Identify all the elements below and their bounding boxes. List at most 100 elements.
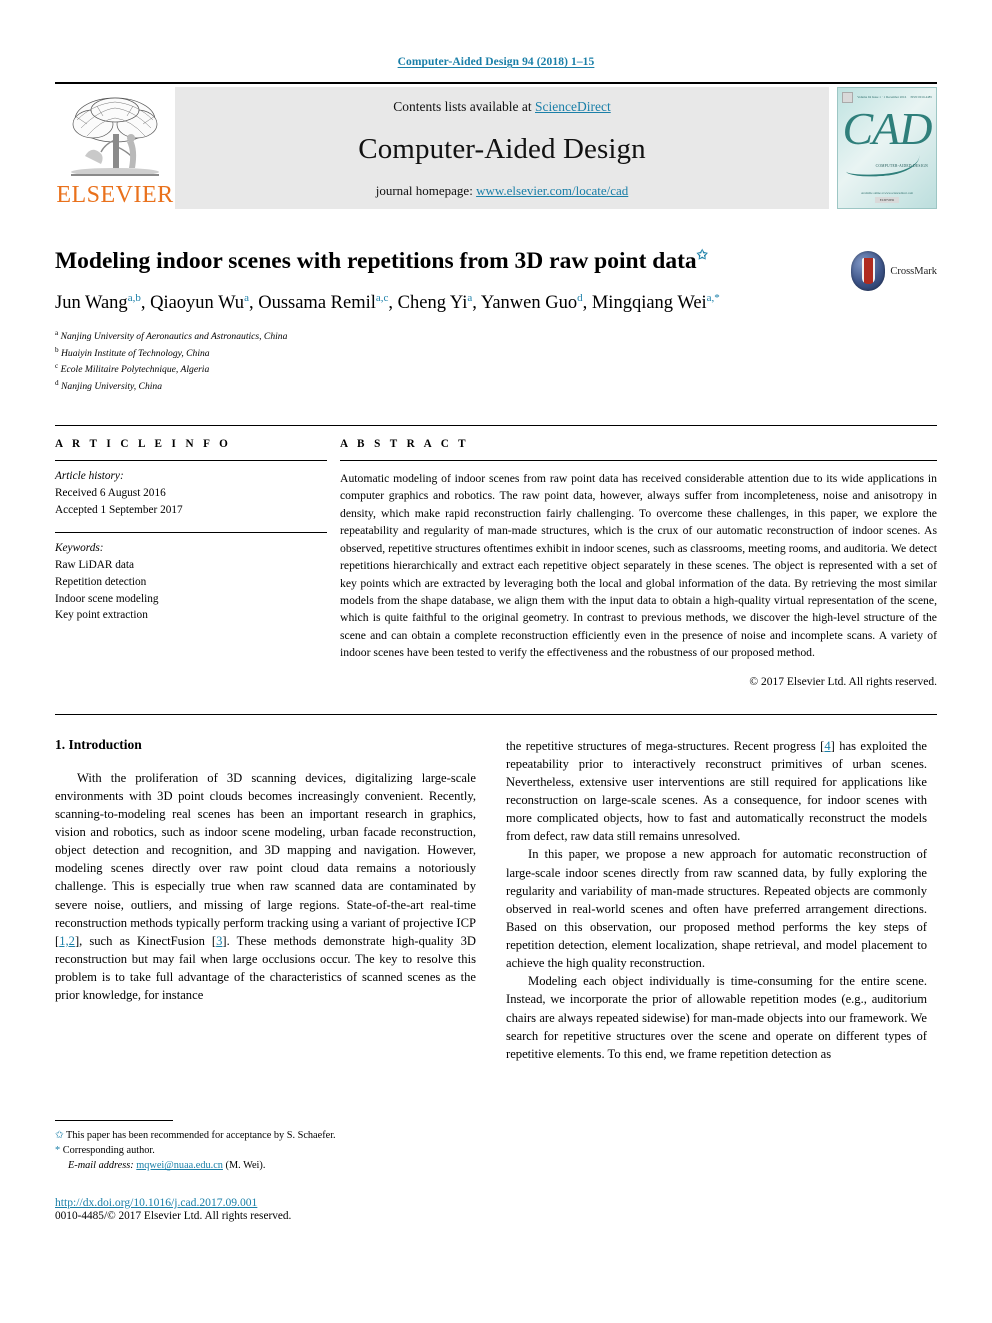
- info-abstract-section: A R T I C L E I N F O Article history: R…: [55, 424, 937, 688]
- crossmark-icon: [851, 251, 886, 291]
- footnote-text: Corresponding author.: [62, 1145, 155, 1157]
- contents-prefix: Contents lists available at: [393, 99, 535, 114]
- author-list: Jun Wanga,b, Qiaoyun Wua, Oussama Remila…: [55, 291, 845, 316]
- affiliation-item: d Nanjing University, China: [55, 378, 937, 395]
- abstract-column: A B S T R A C T Automatic modeling of in…: [340, 438, 937, 688]
- article-info-column: A R T I C L E I N F O Article history: R…: [55, 438, 327, 688]
- journal-title: Computer-Aided Design: [358, 132, 646, 165]
- paper-title-text: Modeling indoor scenes with repetitions …: [55, 247, 697, 274]
- contents-available-line: Contents lists available at ScienceDirec…: [393, 99, 610, 115]
- author-name: Jun Wang: [55, 293, 128, 314]
- footnote-item: * Corresponding author.: [55, 1143, 476, 1158]
- issn-copyright-line: 0010-4485/© 2017 Elsevier Ltd. All right…: [55, 1210, 292, 1222]
- cover-bottom-publisher: ELSEVIER: [874, 197, 900, 203]
- author-separator: ,: [140, 293, 151, 314]
- paragraph: the repetitive structures of mega-struct…: [506, 737, 927, 846]
- banner-center: Contents lists available at ScienceDirec…: [175, 87, 829, 209]
- author-name: Yanwen Guo: [480, 293, 578, 314]
- author-affiliation-marker: a,b: [127, 292, 141, 305]
- elsevier-logo: ELSEVIER: [55, 87, 175, 209]
- crossmark-badge[interactable]: CrossMark: [851, 249, 937, 293]
- author-separator: ,: [388, 293, 398, 314]
- keywords-label: Keywords:: [55, 541, 104, 554]
- author-item[interactable]: Oussama Remila,c,: [258, 292, 398, 314]
- author-item[interactable]: Mingqiang Weia,*: [591, 292, 720, 314]
- section-title-introduction: 1. Introduction: [55, 736, 142, 752]
- title-footnote-marker: ✩: [696, 247, 708, 262]
- paper-page: Computer-Aided Design 94 (2018) 1–15 ELS…: [0, 0, 992, 1323]
- affiliation-text: Ecole Militaire Polytechnique, Algeria: [60, 364, 210, 376]
- author-name: Cheng Yi: [397, 293, 468, 314]
- homepage-prefix: journal homepage:: [375, 183, 477, 198]
- affiliation-marker: c: [55, 362, 59, 371]
- footnote-rule: [55, 1120, 173, 1121]
- paragraph-text: Modeling each object individually is tim…: [506, 974, 927, 1061]
- paragraph-text: In this paper, we propose a new approach…: [506, 847, 927, 971]
- cover-issn-text: ISSN 0010-4485: [910, 95, 932, 99]
- author-item[interactable]: Cheng Yia,: [397, 292, 481, 314]
- paragraph-text: the repetitive structures of mega-struct…: [506, 738, 927, 844]
- keyword-item: Repetition detection: [55, 575, 147, 588]
- footnote-text: This paper has been recommended for acce…: [66, 1130, 336, 1141]
- crossmark-label: CrossMark: [890, 265, 937, 277]
- author-separator: ,: [472, 293, 481, 314]
- footnote-symbol: ✩: [55, 1130, 64, 1141]
- cover-volume-text: Volume 94 Issue 1 · 1 December 2016: [857, 95, 907, 99]
- cover-cad-letters: CAD: [842, 103, 933, 154]
- body-columns: 1. Introduction With the proliferation o…: [55, 715, 937, 1063]
- affiliation-list: a Nanjing University of Aeronautics and …: [55, 328, 937, 395]
- keywords-block: Keywords: Raw LiDAR data Repetition dete…: [55, 533, 327, 625]
- article-history-block: Article history: Received 6 August 2016 …: [55, 461, 327, 519]
- abstract-text: Automatic modeling of indoor scenes from…: [340, 471, 937, 660]
- cover-bottom-text: Available online at www.sciencedirect.co…: [861, 191, 913, 195]
- author-name: Mingqiang Wei: [591, 293, 707, 314]
- footnote-email-line: E-mail address: mqwei@nuaa.edu.cn (M. We…: [55, 1158, 476, 1173]
- author-item[interactable]: Yanwen Guod,: [480, 292, 592, 314]
- email-link[interactable]: mqwei@nuaa.edu.cn: [136, 1160, 223, 1171]
- author-item[interactable]: Qiaoyun Wua,: [150, 292, 259, 314]
- article-info-heading: A R T I C L E I N F O: [55, 437, 232, 450]
- elsevier-tree-icon: [71, 97, 159, 176]
- elsevier-wordmark: ELSEVIER: [56, 182, 174, 208]
- keyword-item: Key point extraction: [55, 609, 148, 622]
- cover-bottom: Available online at www.sciencedirect.co…: [838, 191, 936, 203]
- doi-link[interactable]: http://dx.doi.org/10.1016/j.cad.2017.09.…: [55, 1196, 485, 1209]
- affiliation-text: Huaiyin Institute of Technology, China: [61, 347, 210, 359]
- sciencedirect-link[interactable]: ScienceDirect: [535, 99, 611, 114]
- footnote-block: ✩ This paper has been recommended for ac…: [55, 1120, 476, 1174]
- journal-banner: ELSEVIER Contents lists available at Sci…: [55, 82, 937, 209]
- footnote-item: ✩ This paper has been recommended for ac…: [55, 1128, 476, 1143]
- paragraph: In this paper, we propose a new approach…: [506, 845, 927, 972]
- affiliation-text: Nanjing University of Aeronautics and As…: [60, 331, 288, 343]
- abstract-rights: © 2017 Elsevier Ltd. All rights reserved…: [749, 675, 937, 688]
- affiliation-item: a Nanjing University of Aeronautics and …: [55, 328, 937, 345]
- author-name: Oussama Remil: [258, 293, 376, 314]
- author-affiliation-marker: a,c: [375, 292, 389, 305]
- body-column-left: 1. Introduction With the proliferation o…: [55, 737, 476, 1063]
- author-separator: ,: [582, 293, 592, 314]
- article-history-item: Accepted 1 September 2017: [55, 503, 183, 516]
- journal-cover-thumbnail: Volume 94 Issue 1 · 1 December 2016 ISSN…: [837, 87, 937, 209]
- affiliation-marker: b: [55, 345, 59, 354]
- cover-subtitle: COMPUTER-AIDED DESIGN: [875, 164, 928, 168]
- journal-homepage-line: journal homepage: www.elsevier.com/locat…: [376, 183, 629, 199]
- citation-link[interactable]: 4: [824, 739, 830, 753]
- affiliation-marker: d: [55, 379, 59, 388]
- abstract-heading: A B S T R A C T: [340, 437, 470, 450]
- footnote-symbol: *: [55, 1145, 61, 1157]
- keyword-item: Indoor scene modeling: [55, 592, 159, 605]
- affiliation-marker: a: [55, 328, 59, 337]
- paragraph-text: With the proliferation of 3D scanning de…: [55, 770, 476, 1003]
- doi-block: http://dx.doi.org/10.1016/j.cad.2017.09.…: [55, 1196, 485, 1222]
- cover-top-bar: Volume 94 Issue 1 · 1 December 2016 ISSN…: [842, 91, 932, 103]
- article-history-label: Article history:: [55, 469, 124, 482]
- journal-homepage-link[interactable]: www.elsevier.com/locate/cad: [476, 183, 628, 198]
- keyword-item: Raw LiDAR data: [55, 558, 135, 571]
- citation-link[interactable]: 1,2: [59, 934, 75, 948]
- author-separator: ,: [248, 293, 259, 314]
- body-column-right: the repetitive structures of mega-struct…: [506, 737, 927, 1063]
- affiliation-text: Nanjing University, China: [61, 381, 163, 393]
- citation-link[interactable]: 3: [216, 934, 222, 948]
- author-item[interactable]: Jun Wanga,b,: [55, 292, 151, 314]
- running-head: Computer-Aided Design 94 (2018) 1–15: [397, 56, 595, 68]
